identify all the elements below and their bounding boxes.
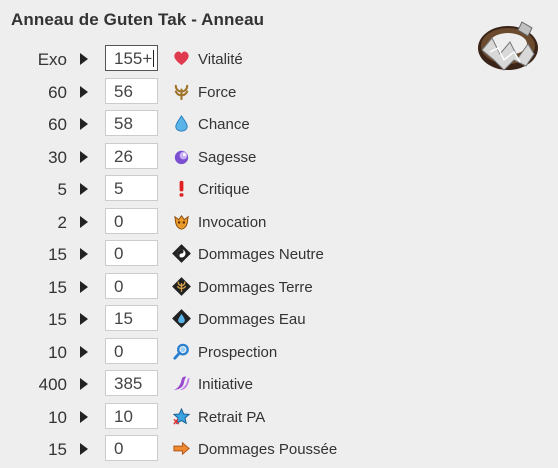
item-title: Anneau de Guten Tak - Anneau <box>11 10 265 29</box>
stat-row: 60 58 Chance <box>0 108 558 141</box>
water-drop-icon <box>175 115 188 132</box>
stat-row: 2 0 Invocation <box>0 206 558 239</box>
expand-arrow-icon[interactable] <box>80 215 88 228</box>
stat-value-input[interactable]: 26 <box>105 142 158 169</box>
stat-label: Vitalité <box>198 51 243 68</box>
stat-max-value: 15 <box>48 277 67 297</box>
stat-label: Prospection <box>198 343 278 361</box>
summon-icon <box>174 214 189 230</box>
water-damage-icon <box>172 309 191 328</box>
stat-max-value: 2 <box>57 212 67 232</box>
stat-label: Chance <box>198 116 250 133</box>
expand-arrow-icon[interactable] <box>80 248 88 260</box>
stat-label: Retrait PA <box>198 408 266 426</box>
stat-row: 400 385 Initiative <box>0 368 558 401</box>
expand-arrow-icon[interactable] <box>80 345 88 358</box>
expand-arrow-icon[interactable] <box>80 378 88 390</box>
stat-label: Dommages Poussée <box>198 441 338 458</box>
critical-icon <box>179 180 184 197</box>
pushback-damage-icon <box>173 441 190 456</box>
wisdom-icon <box>174 150 189 164</box>
stat-max-value: Exo <box>37 50 67 69</box>
stat-label: Initiative <box>198 376 254 393</box>
stat-row: Exo 155+ Vitalité <box>0 43 558 76</box>
stat-row: 10 10 Retrait PA <box>0 401 558 434</box>
stat-row: 15 15 Dommages Eau <box>0 303 558 336</box>
stat-max-value: 60 <box>48 82 67 102</box>
strength-icon <box>174 84 189 100</box>
stat-value-input[interactable]: 15 <box>105 305 158 331</box>
expand-arrow-icon[interactable] <box>80 410 88 423</box>
expand-arrow-icon[interactable] <box>80 150 88 163</box>
stat-row: 60 56 Force <box>0 76 558 109</box>
expand-arrow-icon[interactable] <box>80 313 88 325</box>
earth-damage-icon <box>172 276 191 296</box>
stat-max-value: 5 <box>57 180 67 199</box>
stat-value-input[interactable]: 58 <box>105 110 158 136</box>
initiative-icon <box>173 376 190 391</box>
stat-label: Dommages Terre <box>198 278 313 296</box>
stat-label: Force <box>198 83 237 101</box>
stat-value-input[interactable]: 56 <box>105 77 158 104</box>
text-caret <box>153 50 155 67</box>
stat-value-input[interactable]: 0 <box>105 207 158 234</box>
stats-list: Exo 155+ Vitalité 60 56 Force 60 58 Chance 30 26 Sa… <box>0 43 558 466</box>
stat-row: 15 0 Dommages Poussée <box>0 433 558 466</box>
prospecting-icon <box>173 343 189 360</box>
stat-row: 15 0 Dommages Terre <box>0 271 558 304</box>
stat-value-input[interactable]: 155+ <box>105 45 158 71</box>
stat-row: 10 0 Prospection <box>0 336 558 369</box>
neutral-damage-icon <box>172 244 191 263</box>
stat-max-value: 15 <box>48 440 67 459</box>
stat-row: 15 0 Dommages Neutre <box>0 238 558 271</box>
stat-label: Invocation <box>198 213 267 231</box>
stat-max-value: 60 <box>48 115 67 134</box>
stat-value-input[interactable]: 10 <box>105 402 158 429</box>
stat-row: 5 5 Critique <box>0 173 558 206</box>
stat-max-value: 15 <box>48 310 67 329</box>
stat-value-input[interactable]: 0 <box>105 435 158 461</box>
heart-icon <box>174 51 189 66</box>
stat-row: 30 26 Sagesse <box>0 141 558 174</box>
stat-value-input[interactable]: 0 <box>105 240 158 266</box>
stat-label: Critique <box>198 181 250 198</box>
stat-max-value: 10 <box>48 407 67 427</box>
stat-value-input[interactable]: 0 <box>105 337 158 364</box>
stat-value-input[interactable]: 0 <box>105 272 158 299</box>
stat-label: Dommages Neutre <box>198 246 324 263</box>
stat-max-value: 15 <box>48 245 67 264</box>
expand-arrow-icon[interactable] <box>80 53 88 65</box>
stat-value-input[interactable]: 385 <box>105 370 158 396</box>
expand-arrow-icon[interactable] <box>80 183 88 195</box>
stat-max-value: 30 <box>48 147 67 167</box>
expand-arrow-icon[interactable] <box>80 118 88 130</box>
stat-value-input[interactable]: 5 <box>105 175 158 201</box>
stat-label: Sagesse <box>198 148 257 166</box>
ap-reduction-icon <box>172 407 191 425</box>
expand-arrow-icon[interactable] <box>80 443 88 455</box>
stat-max-value: 400 <box>38 375 67 394</box>
stat-max-value: 10 <box>48 342 67 362</box>
stat-label: Dommages Eau <box>198 311 306 328</box>
expand-arrow-icon[interactable] <box>80 85 88 98</box>
expand-arrow-icon[interactable] <box>80 280 88 293</box>
